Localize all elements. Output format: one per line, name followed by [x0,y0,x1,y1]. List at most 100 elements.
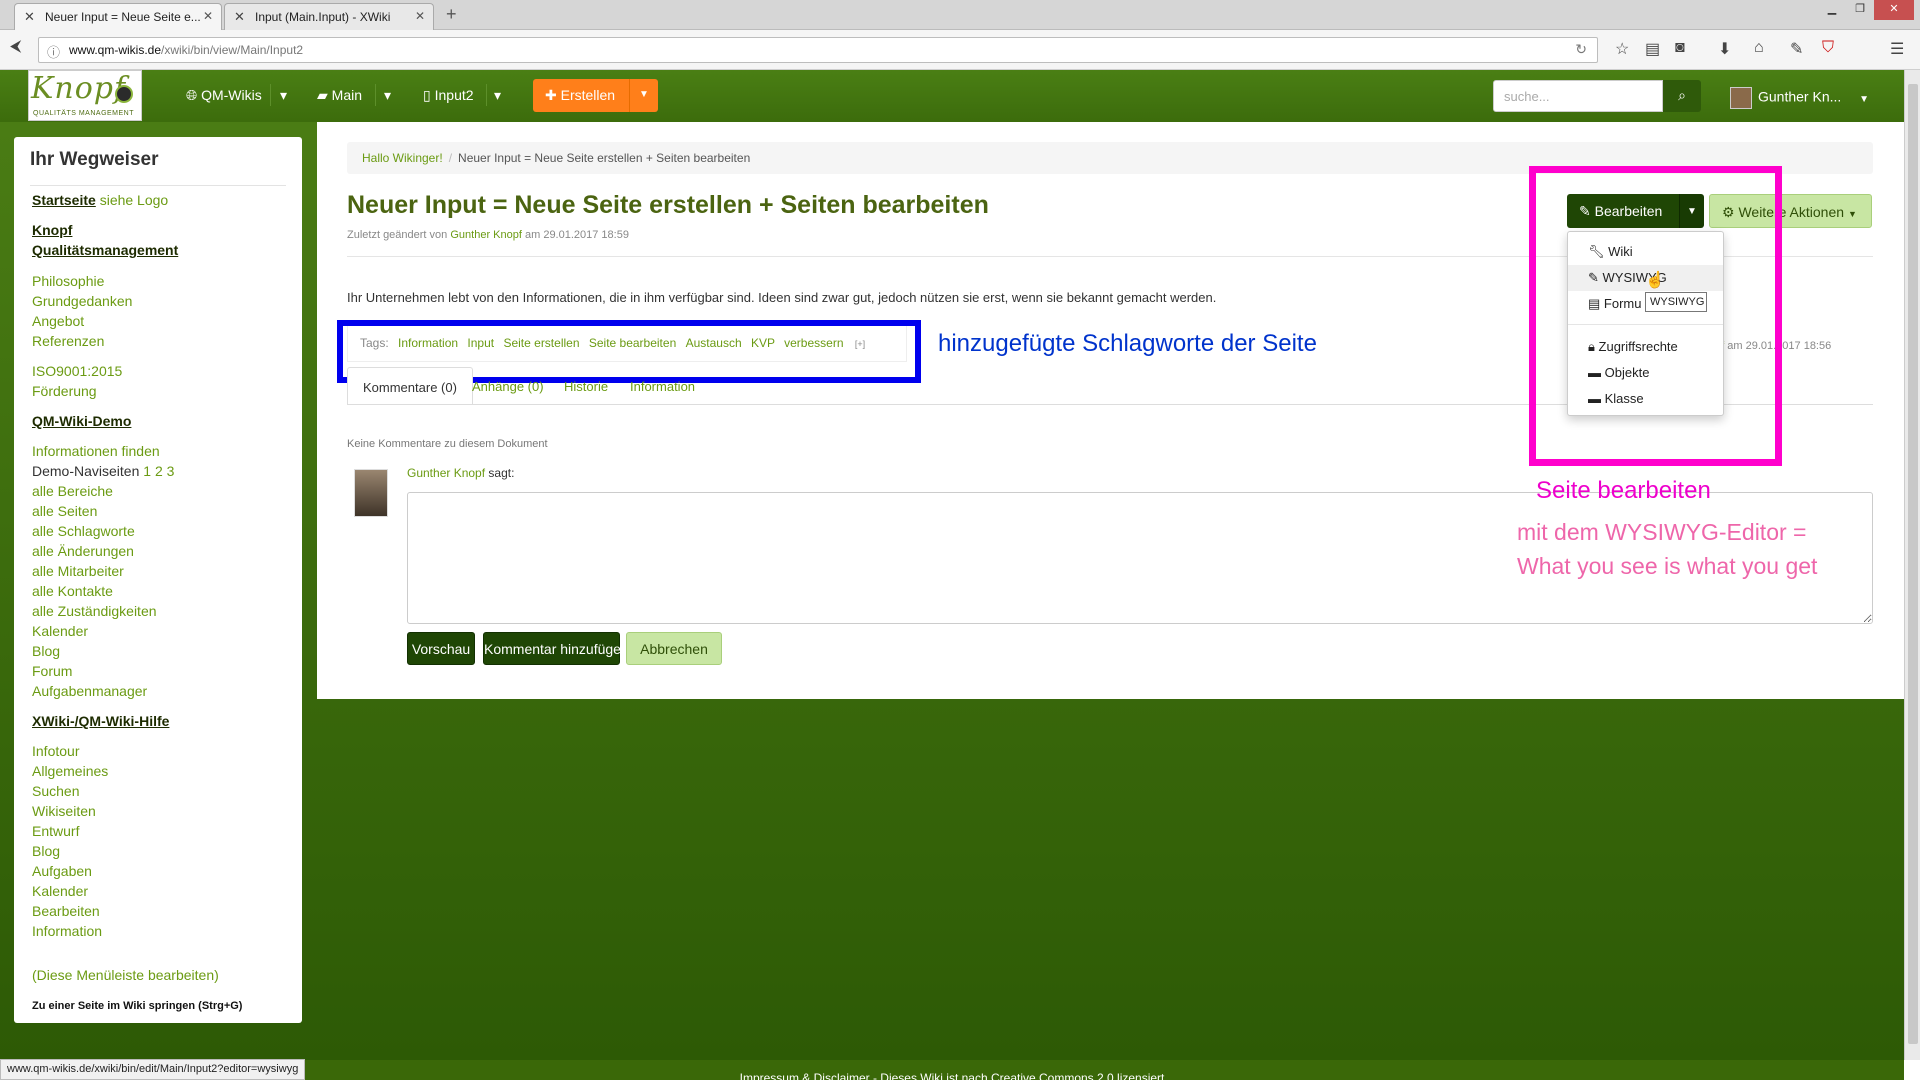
cancel-button[interactable]: Abbrechen [626,632,722,665]
sidebar-item[interactable]: alle Seiten [32,503,97,519]
sidebar-item[interactable]: Kalender [32,883,88,899]
sidebar-item[interactable]: alle Kontakte [32,583,113,599]
search-icon: ⌕ [1678,87,1686,103]
sidebar-item[interactable]: ISO9001:2015 [32,363,122,379]
sidebar-edit-menu-link[interactable]: (Diese Menüleiste bearbeiten) [32,967,219,983]
add-comment-button[interactable]: Kommentar hinzufügen [483,632,629,665]
last-modified: Zuletzt geändert von Gunther Knopf am 29… [347,229,629,241]
hamburger-menu-icon[interactable]: ☰ [1890,39,1904,59]
chevron-down-icon[interactable]: ▾ [384,87,391,104]
sidebar-item[interactable]: alle Schlagworte [32,523,135,539]
browser-tab[interactable]: ✕ Input (Main.Input) - XWiki ✕ [224,3,434,30]
scrollbar-thumb[interactable] [1908,84,1918,1044]
sidebar-item[interactable]: Bearbeiten [32,903,100,919]
close-tab-icon[interactable]: ✕ [203,9,213,23]
sidebar-item[interactable]: Wikiseiten [32,803,96,819]
user-name: Gunther Kn... [1758,88,1842,105]
demo-nav-pages[interactable]: 1 2 3 [143,463,174,479]
sidebar-item[interactable]: Allgemeines [32,763,108,779]
nav-separator [270,84,271,106]
comment-author: Gunther Knopf sagt: [407,466,514,480]
breadcrumb-current: Neuer Input = Neue Seite erstellen + Sei… [458,151,751,165]
create-label: Erstellen [560,87,616,103]
sidebar-item[interactable]: alle Zuständigkeiten [32,603,157,619]
sidebar-item[interactable]: Blog [32,843,60,859]
browser-tabbar: ✕ Neuer Input = Neue Seite e... ✕ ✕ Inpu… [0,0,1920,30]
sidebar-item[interactable]: alle Bereiche [32,483,113,499]
create-split [629,79,630,112]
sidebar-jump-link[interactable]: Zu einer Seite im Wiki springen (Strg+G) [32,1000,242,1012]
nav-qm-wikis[interactable]: 🌐︎ QM-Wikis [186,87,262,104]
scrollbar[interactable] [1904,70,1920,1060]
info-icon[interactable]: ⓘ [47,42,60,61]
search-input[interactable] [1493,80,1663,112]
sidebar-item[interactable]: Forum [32,663,72,679]
sidebar-item[interactable]: Referenzen [32,333,104,349]
nav-separator [486,84,487,106]
annotation-box-pink [1529,166,1782,466]
maximize-icon[interactable]: ❐ [1846,0,1874,20]
user-menu[interactable]: Gunther Kn... ▼ [1730,87,1869,109]
sidebar-item-demo-nav: Demo-Naviseiten 1 2 3 [32,463,174,479]
close-tab-icon[interactable]: ✕ [415,9,425,23]
sidebar-item[interactable]: Blog [32,643,60,659]
sidebar-item[interactable]: Angebot [32,313,84,329]
url-bar[interactable]: ⓘ www.qm-wikis.de/xwiki/bin/view/Main/In… [38,37,1598,63]
sidebar-item[interactable]: Entwurf [32,823,79,839]
sidebar-item[interactable]: Aufgaben [32,863,92,879]
download-icon[interactable]: ⬇ [1718,39,1731,59]
page-title: Neuer Input = Neue Seite erstellen + Sei… [347,191,989,219]
status-bar: www.qm-wikis.de/xwiki/bin/edit/Main/Inpu… [0,1059,306,1080]
browser-tab-active[interactable]: ✕ Neuer Input = Neue Seite e... ✕ [14,3,222,30]
chevron-down-icon[interactable]: ▼ [639,89,649,100]
nav-input2[interactable]: ▯ Input2 [423,87,474,104]
sidebar-item[interactable]: Grundgedanken [32,293,132,309]
bookmark-star-icon[interactable]: ☆ [1615,39,1629,59]
shield-icon[interactable]: ⛉ [1822,39,1834,57]
tab-history[interactable]: Historie [549,367,623,405]
preview-button[interactable]: Vorschau [407,632,475,665]
reload-icon[interactable]: ↻ [1575,41,1587,58]
folder-icon: ▰ [317,87,328,103]
sidebar-item[interactable]: alle Änderungen [32,543,134,559]
sidebar-item[interactable]: Informationen finden [32,443,160,459]
sidebar-item-qualitaetsmanagement[interactable]: Qualitätsmanagement [32,242,178,258]
breadcrumb-home[interactable]: Hallo Wikinger! [362,151,443,165]
sidebar-item[interactable]: Aufgabenmanager [32,683,147,699]
comment-author-link[interactable]: Gunther Knopf [407,466,485,480]
tools-icon[interactable]: ✎ [1790,39,1803,59]
chevron-down-icon[interactable]: ▾ [280,87,287,104]
tab-information[interactable]: Information [615,367,710,405]
sidebar-item[interactable]: alle Mitarbeiter [32,563,124,579]
pocket-icon[interactable]: ◙ [1675,39,1685,57]
sidebar-item[interactable]: Kalender [32,623,88,639]
new-tab-button[interactable]: + [446,4,457,25]
window-close-icon[interactable]: ✕ [1874,0,1914,20]
sidebar-heading-demo[interactable]: QM-Wiki-Demo [32,413,131,429]
logo-subtitle: QUALITÄTS MANAGEMENT [33,110,135,117]
reading-list-icon[interactable]: ▤ [1645,39,1660,59]
nav-main[interactable]: ▰ Main [317,87,362,104]
tab-attachments[interactable]: Anhänge (0) [457,367,559,405]
tab-comments[interactable]: Kommentare (0) [347,367,473,405]
browser-tab-title: Input (Main.Input) - XWiki [255,10,391,24]
sidebar-item[interactable]: Suchen [32,783,79,799]
sidebar-item[interactable]: Förderung [32,383,97,399]
last-mod-author[interactable]: Gunther Knopf [450,229,522,241]
sidebar-item[interactable]: Infotour [32,743,79,759]
sidebar-item-startseite[interactable]: Startseite siehe Logo [32,192,168,208]
chevron-down-icon[interactable]: ▾ [494,87,501,104]
minimize-icon[interactable]: ▁ [1818,0,1846,20]
startseite-link[interactable]: Startseite [32,192,96,208]
back-icon[interactable]: ⮜ [10,38,21,56]
logo[interactable]: Knopf QUALITÄTS MANAGEMENT [28,70,142,121]
sidebar-heading-help[interactable]: XWiki-/QM-Wiki-Hilfe [32,713,169,729]
annotation-line: What you see is what you get [1517,553,1818,579]
sidebar-item[interactable]: Philosophie [32,273,104,289]
create-button[interactable]: ✚ Erstellen ▼ [533,79,658,112]
startseite-note: siehe Logo [99,192,169,208]
sidebar-item-knopf[interactable]: Knopf [32,222,72,238]
home-icon[interactable]: ⌂ [1754,39,1764,57]
search-button[interactable]: ⌕ [1663,80,1701,112]
sidebar-item[interactable]: Information [32,923,102,939]
